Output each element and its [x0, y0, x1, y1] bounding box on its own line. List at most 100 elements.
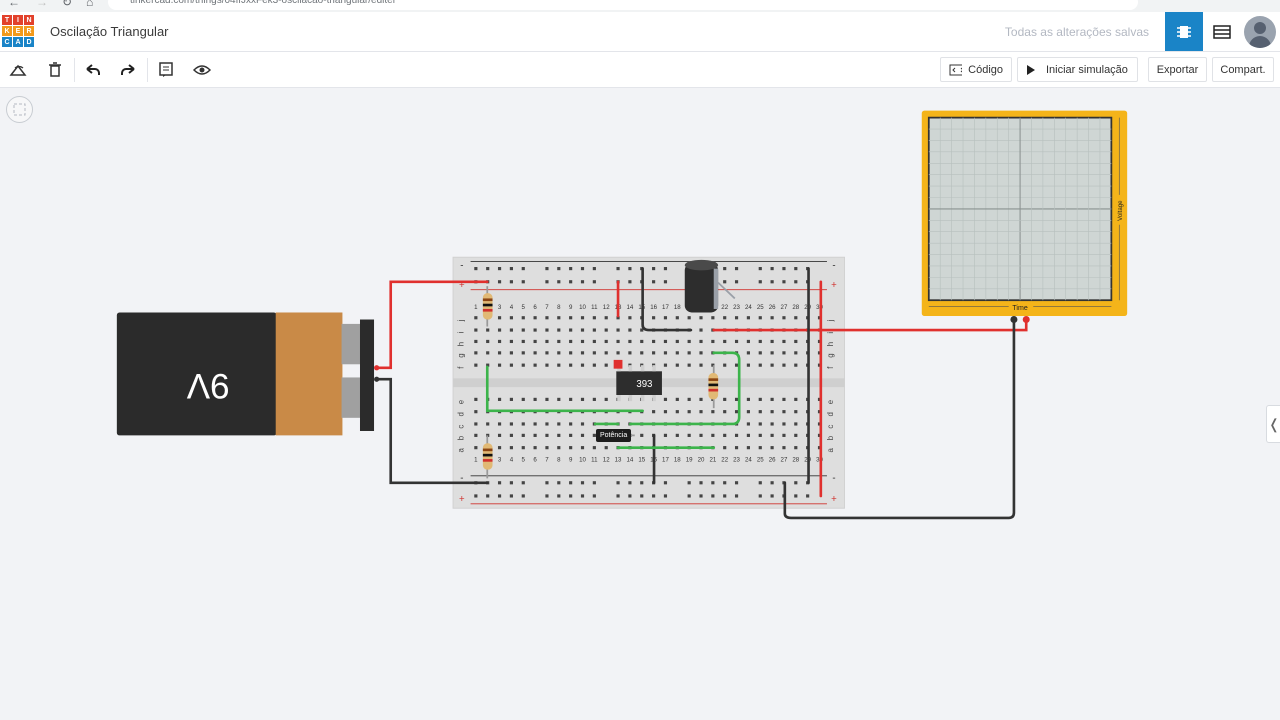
breadboard-hole[interactable]: [699, 339, 703, 344]
breadboard-hole[interactable]: [723, 339, 727, 344]
breadboard-hole[interactable]: [486, 328, 490, 332]
breadboard-hole[interactable]: [580, 316, 585, 320]
breadboard-hole[interactable]: [675, 316, 679, 320]
breadboard-hole[interactable]: [675, 339, 679, 344]
breadboard-hole[interactable]: [545, 433, 549, 437]
breadboard-hole[interactable]: [569, 422, 573, 426]
breadboard-hole[interactable]: [746, 410, 750, 414]
breadboard-hole[interactable]: [580, 446, 585, 450]
breadboard-hole[interactable]: [521, 339, 525, 344]
breadboard-hole[interactable]: [758, 422, 762, 426]
breadboard-hole[interactable]: [509, 280, 513, 284]
breadboard-hole[interactable]: [509, 481, 513, 485]
breadboard-hole[interactable]: [569, 397, 573, 401]
breadboard-hole[interactable]: [580, 351, 585, 355]
breadboard-hole[interactable]: [711, 433, 715, 437]
breadboard-hole[interactable]: [521, 481, 525, 485]
breadboard-hole[interactable]: [652, 267, 656, 271]
oscilloscope[interactable]: Time Voltage: [921, 110, 1128, 324]
breadboard-hole[interactable]: [794, 410, 798, 414]
breadboard-hole[interactable]: [640, 339, 644, 344]
breadboard-hole[interactable]: [734, 433, 739, 437]
breadboard-hole[interactable]: [474, 267, 478, 271]
breadboard-hole[interactable]: [557, 267, 561, 271]
breadboard-hole[interactable]: [794, 446, 798, 450]
breadboard-hole[interactable]: [699, 494, 703, 498]
breadboard-hole[interactable]: [521, 433, 525, 437]
breadboard-hole[interactable]: [545, 267, 549, 271]
breadboard-hole[interactable]: [687, 410, 691, 414]
breadboard-hole[interactable]: [557, 339, 561, 344]
breadboard-hole[interactable]: [474, 433, 478, 437]
breadboard-hole[interactable]: [782, 422, 786, 426]
breadboard-hole[interactable]: [474, 363, 478, 367]
breadboard-hole[interactable]: [675, 397, 679, 401]
breadboard-hole[interactable]: [521, 328, 525, 332]
breadboard-hole[interactable]: [794, 316, 798, 320]
breadboard-hole[interactable]: [545, 481, 549, 485]
breadboard-hole[interactable]: [687, 397, 691, 401]
breadboard-hole[interactable]: [628, 328, 632, 332]
breadboard-hole[interactable]: [569, 363, 573, 367]
breadboard-hole[interactable]: [663, 363, 668, 367]
breadboard-hole[interactable]: [687, 316, 691, 320]
breadboard-hole[interactable]: [770, 494, 774, 498]
breadboard-hole[interactable]: [746, 397, 750, 401]
breadboard-hole[interactable]: [640, 433, 644, 437]
breadboard-hole[interactable]: [723, 433, 727, 437]
breadboard-hole[interactable]: [545, 316, 549, 320]
breadboard-hole[interactable]: [474, 446, 478, 450]
breadboard-hole[interactable]: [746, 363, 750, 367]
breadboard-hole[interactable]: [687, 481, 691, 485]
breadboard-hole[interactable]: [652, 339, 656, 344]
breadboard-hole[interactable]: [509, 363, 513, 367]
breadboard-hole[interactable]: [604, 328, 608, 332]
breadboard-hole[interactable]: [557, 433, 561, 437]
breadboard-hole[interactable]: [794, 433, 798, 437]
breadboard-hole[interactable]: [497, 363, 502, 367]
breadboard-hole[interactable]: [723, 494, 727, 498]
breadboard-hole[interactable]: [770, 410, 774, 414]
breadboard-hole[interactable]: [533, 339, 537, 344]
breadboard-hole[interactable]: [734, 339, 739, 344]
breadboard-hole[interactable]: [521, 280, 525, 284]
breadboard-hole[interactable]: [652, 316, 656, 320]
breadboard-hole[interactable]: [758, 446, 762, 450]
breadboard-hole[interactable]: [758, 316, 762, 320]
breadboard-hole[interactable]: [580, 433, 585, 437]
breadboard-hole[interactable]: [794, 481, 798, 485]
breadboard-hole[interactable]: [580, 397, 585, 401]
breadboard-hole[interactable]: [497, 280, 502, 284]
breadboard-hole[interactable]: [794, 397, 798, 401]
breadboard-hole[interactable]: [497, 494, 502, 498]
breadboard-hole[interactable]: [592, 481, 596, 485]
breadboard-hole[interactable]: [569, 433, 573, 437]
breadboard-hole[interactable]: [806, 494, 810, 498]
breadboard-hole[interactable]: [758, 339, 762, 344]
breadboard-hole[interactable]: [628, 494, 632, 498]
breadboard-hole[interactable]: [497, 351, 502, 355]
breadboard-hole[interactable]: [497, 422, 502, 426]
breadboard-hole[interactable]: [663, 280, 668, 284]
breadboard-hole[interactable]: [509, 328, 513, 332]
breadboard-hole[interactable]: [652, 280, 656, 284]
breadboard-hole[interactable]: [580, 422, 585, 426]
breadboard-hole[interactable]: [557, 280, 561, 284]
breadboard-hole[interactable]: [758, 410, 762, 414]
breadboard-hole[interactable]: [699, 351, 703, 355]
breadboard-hole[interactable]: [687, 339, 691, 344]
breadboard-hole[interactable]: [545, 280, 549, 284]
breadboard-hole[interactable]: [569, 339, 573, 344]
breadboard-hole[interactable]: [663, 481, 668, 485]
breadboard-hole[interactable]: [794, 267, 798, 271]
breadboard-hole[interactable]: [616, 328, 620, 332]
breadboard-hole[interactable]: [474, 328, 478, 332]
breadboard-hole[interactable]: [497, 433, 502, 437]
breadboard-hole[interactable]: [592, 328, 596, 332]
breadboard-hole[interactable]: [497, 339, 502, 344]
breadboard-hole[interactable]: [533, 397, 537, 401]
breadboard-hole[interactable]: [533, 328, 537, 332]
breadboard-hole[interactable]: [521, 446, 525, 450]
breadboard-hole[interactable]: [521, 397, 525, 401]
breadboard-hole[interactable]: [628, 267, 632, 271]
